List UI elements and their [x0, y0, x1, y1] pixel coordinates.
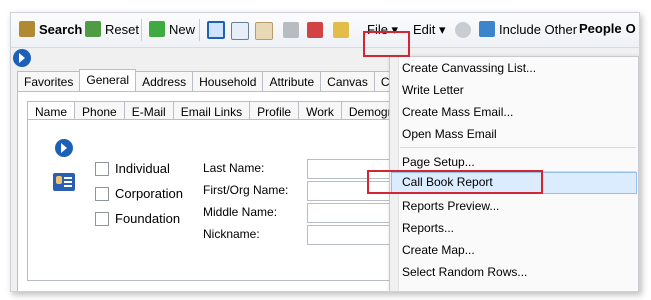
window: Search Reset New File ▾ Edit ▾ Include O… — [10, 12, 640, 292]
users-icon — [479, 21, 495, 37]
toolbar-separator — [141, 19, 142, 41]
broom-icon — [85, 21, 101, 37]
include-other-label: Include Other — [499, 21, 578, 37]
checkbox-box[interactable] — [95, 211, 109, 226]
binoculars-icon — [19, 21, 35, 37]
trailing-label: O — [625, 21, 636, 36]
help-icon[interactable] — [455, 22, 471, 38]
menu-item-open-mass-email[interactable]: Open Mass Email — [402, 127, 497, 141]
checkbox-corporation[interactable]: Corporation — [95, 186, 183, 201]
contact-card-icon — [53, 173, 75, 191]
annotation-highlight-call-book — [367, 170, 543, 194]
checkbox-foundation[interactable]: Foundation — [95, 211, 180, 226]
toolbar: Search Reset New File ▾ Edit ▾ Include O… — [11, 13, 639, 48]
grid-icon[interactable] — [231, 22, 249, 40]
menu-item-create-canvassing-list[interactable]: Create Canvassing List... — [402, 61, 536, 75]
checkbox-label: Foundation — [115, 211, 181, 226]
first-org-name-label: First/Org Name: — [203, 183, 289, 197]
new-button[interactable]: New — [149, 21, 195, 37]
checkbox-label: Corporation — [115, 186, 183, 201]
edit-menu-button[interactable]: Edit ▾ — [413, 22, 446, 38]
checkbox-box[interactable] — [95, 186, 109, 201]
menu-separator — [400, 147, 636, 148]
nav-arrow-icon[interactable] — [13, 49, 31, 67]
toolbar-separator — [199, 19, 200, 41]
lock-icon[interactable] — [333, 22, 349, 38]
last-name-label: Last Name: — [203, 161, 265, 175]
tab-general[interactable]: General — [79, 69, 137, 92]
checkbox-individual[interactable]: Individual — [95, 161, 170, 176]
menu-item-page-setup[interactable]: Page Setup... — [402, 155, 475, 169]
reset-button[interactable]: Reset — [85, 21, 139, 37]
search-button[interactable]: Search — [19, 21, 82, 37]
people-button[interactable]: People O — [579, 21, 636, 36]
save-icon[interactable] — [283, 22, 299, 38]
checkbox-label: Individual — [115, 161, 170, 176]
delete-icon[interactable] — [307, 22, 323, 38]
section-arrow-icon[interactable] — [55, 139, 73, 157]
menu-item-reports[interactable]: Reports... — [402, 221, 454, 235]
folder-icon[interactable] — [255, 22, 273, 40]
new-label: New — [169, 21, 196, 37]
menu-item-create-mass-email[interactable]: Create Mass Email... — [402, 105, 513, 119]
annotation-highlight-file — [363, 31, 410, 57]
middle-name-label: Middle Name: — [203, 205, 278, 219]
menu-item-write-letter[interactable]: Write Letter — [402, 83, 464, 97]
include-other-button[interactable]: Include Other — [479, 21, 577, 37]
edit-label: Edit ▾ — [413, 22, 446, 37]
reset-label: Reset — [105, 21, 139, 37]
people-label: People — [579, 21, 622, 36]
nickname-label: Nickname: — [203, 227, 260, 241]
menu-item-create-map[interactable]: Create Map... — [402, 243, 475, 257]
menu-item-reports-preview[interactable]: Reports Preview... — [402, 199, 499, 213]
menu-item-select-random-rows[interactable]: Select Random Rows... — [402, 265, 527, 279]
checkbox-box[interactable] — [95, 161, 109, 176]
layout-icon[interactable] — [207, 21, 225, 39]
search-label: Search — [39, 21, 83, 37]
plus-icon — [149, 21, 165, 37]
